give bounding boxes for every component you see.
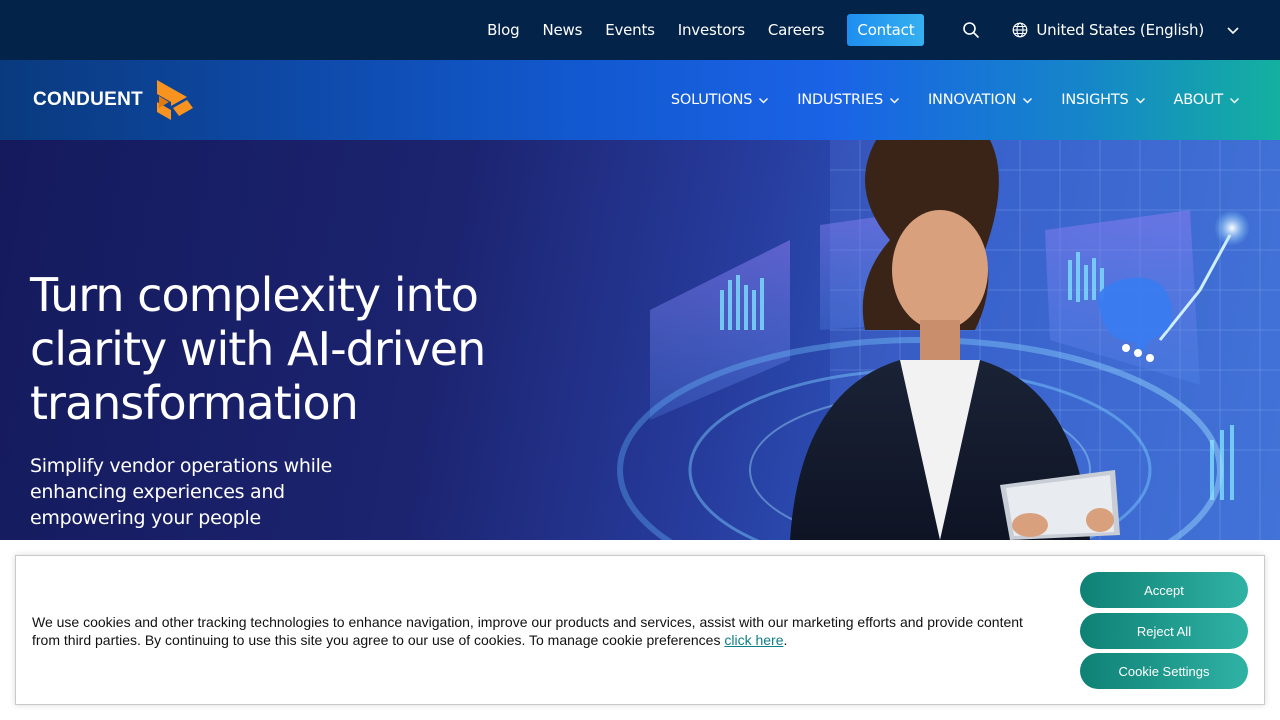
nav-item-label: ABOUT [1173, 92, 1224, 108]
utility-bar: Blog News Events Investors Careers Conta… [0, 0, 1280, 60]
chevron-down-icon [1135, 95, 1146, 106]
utility-link-investors[interactable]: Investors [678, 21, 745, 39]
nav-item-solutions[interactable]: SOLUTIONS [671, 92, 769, 108]
hero-section: Turn complexity into clarity with AI-dri… [0, 140, 1280, 540]
utility-link-news[interactable]: News [542, 21, 582, 39]
region-selector[interactable]: United States (English) [1036, 21, 1204, 39]
nav-item-label: SOLUTIONS [670, 92, 753, 108]
chevron-down-icon [758, 95, 769, 106]
utility-link-events[interactable]: Events [605, 21, 655, 39]
contact-button[interactable]: Contact [847, 14, 925, 46]
cookie-preferences-link[interactable]: click here [724, 632, 783, 648]
chevron-down-icon [1229, 95, 1240, 106]
hero-subtitle: Simplify vendor operations while enhanci… [30, 455, 333, 529]
utility-links: Blog News Events Investors Careers Conta… [464, 14, 1240, 46]
hero-illustration [617, 140, 1280, 540]
chevron-down-icon [1022, 95, 1033, 106]
accept-button[interactable]: Accept [1080, 572, 1248, 608]
search-icon[interactable] [962, 21, 980, 39]
nav-item-about[interactable]: ABOUT [1174, 92, 1241, 108]
nav-items: SOLUTIONS INDUSTRIES INNOVATION INSIGHTS… [643, 92, 1240, 108]
nav-item-insights[interactable]: INSIGHTS [1061, 92, 1145, 108]
nav-item-innovation[interactable]: INNOVATION [928, 92, 1033, 108]
cookie-banner: We use cookies and other tracking techno… [15, 555, 1265, 705]
cookie-settings-button[interactable]: Cookie Settings [1080, 653, 1248, 689]
main-nav: CONDUENT SOLUTIONS INDUSTRIES INNOVATION… [0, 60, 1280, 140]
logo-mark-icon [151, 78, 195, 122]
hero-title: Turn complexity into clarity with AI-dri… [30, 268, 486, 430]
conduent-logo[interactable]: CONDUENT [33, 78, 195, 122]
globe-icon [1012, 22, 1028, 38]
cookie-message-trailing: . [783, 632, 788, 648]
utility-link-blog[interactable]: Blog [487, 21, 520, 39]
cookie-message: We use cookies and other tracking techno… [32, 613, 1032, 649]
chevron-down-icon[interactable] [1226, 23, 1240, 37]
nav-item-label: INNOVATION [927, 92, 1017, 108]
nav-item-label: INDUSTRIES [797, 92, 883, 108]
cookie-message-text: We use cookies and other tracking techno… [32, 614, 1023, 648]
reject-all-button[interactable]: Reject All [1080, 613, 1248, 649]
logo-text: CONDUENT [33, 89, 144, 110]
utility-link-careers[interactable]: Careers [768, 21, 825, 39]
nav-item-industries[interactable]: INDUSTRIES [797, 92, 900, 108]
nav-item-label: INSIGHTS [1061, 92, 1129, 108]
chevron-down-icon [889, 95, 900, 106]
